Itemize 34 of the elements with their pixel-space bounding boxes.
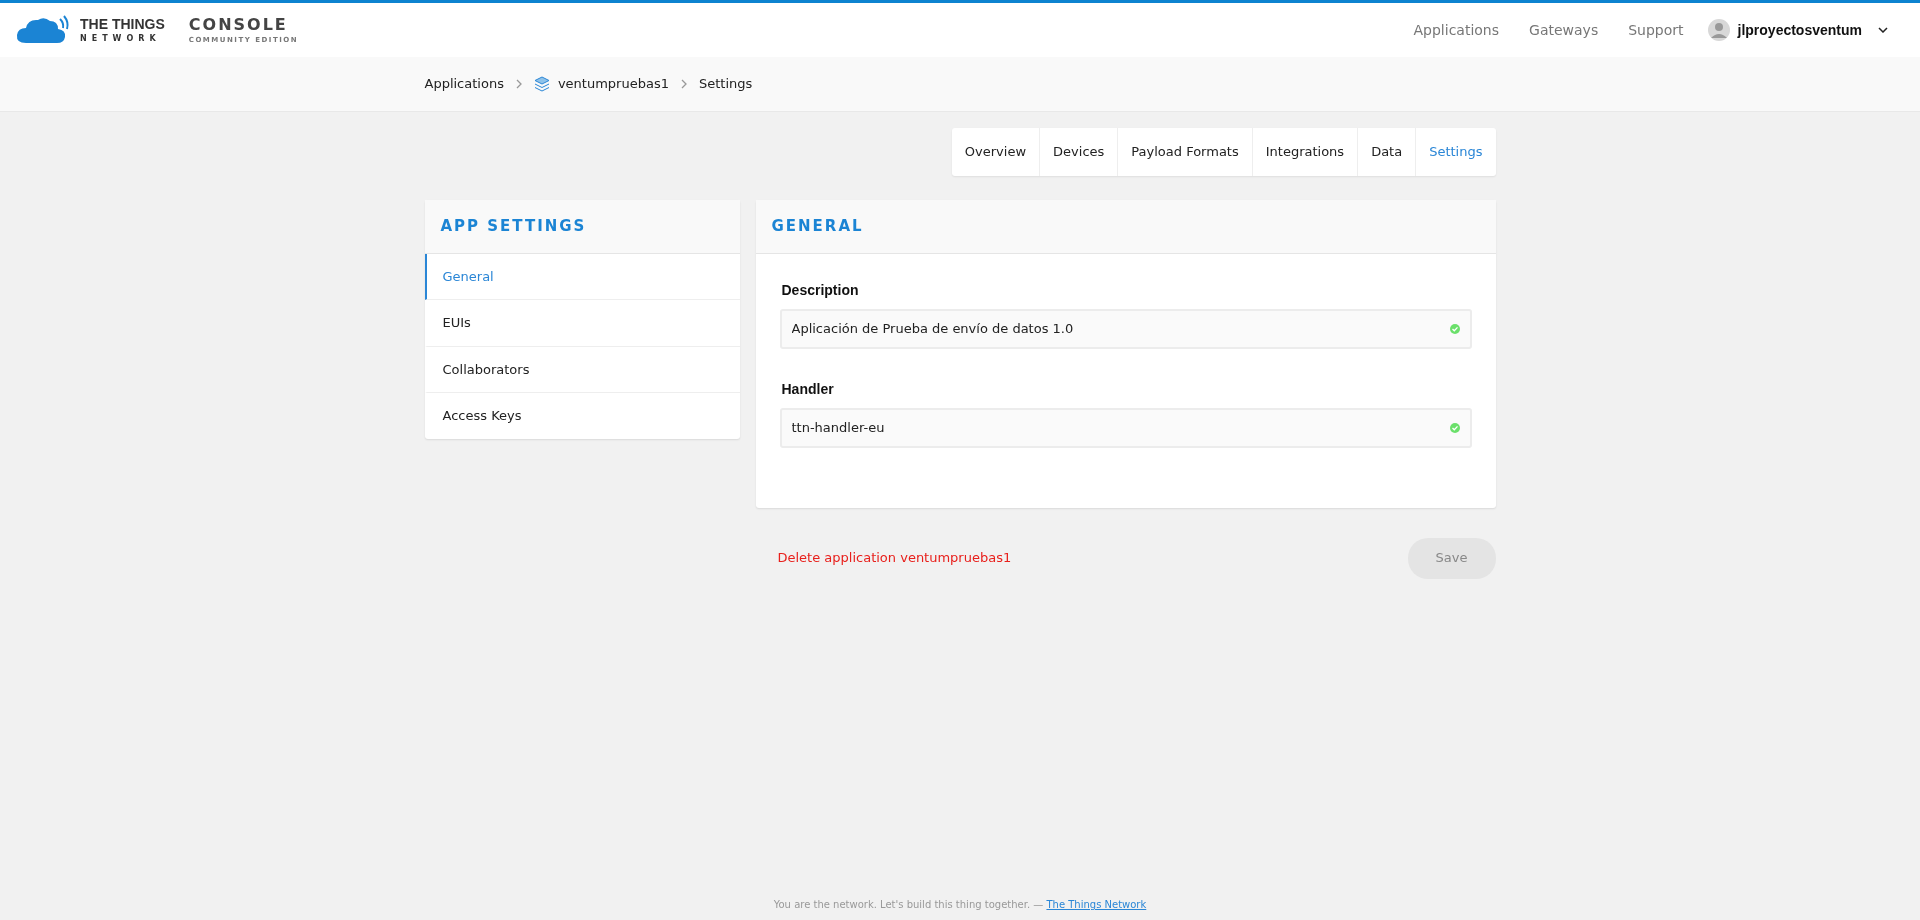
avatar-icon	[1707, 19, 1730, 41]
sidebar-item[interactable]: Collaborators	[424, 346, 740, 393]
product-name: CONSOLE	[188, 16, 289, 33]
sidebar-title: APP SETTINGS	[424, 199, 740, 254]
sidebar-item[interactable]: General	[424, 253, 740, 300]
tab[interactable]: Overview	[951, 128, 1041, 176]
delete-link[interactable]: Delete application ventumpruebas1	[777, 548, 1012, 568]
field-label: Description	[780, 280, 860, 300]
brand-subname: NETWORK	[80, 35, 162, 43]
tab[interactable]: Data	[1358, 128, 1417, 176]
sidebar-item[interactable]: Access Keys	[424, 393, 740, 439]
tab[interactable]: Integrations	[1252, 128, 1359, 176]
brand-name: THE THINGS	[80, 17, 165, 31]
nav-link[interactable]: Support	[1628, 19, 1684, 41]
sidebar-item[interactable]: EUIs	[424, 300, 740, 347]
breadcrumb-link[interactable]: ventumpruebas1	[557, 74, 669, 94]
nav-link[interactable]: Applications	[1413, 19, 1500, 41]
layers-icon	[533, 76, 550, 92]
breadcrumb-link[interactable]: Applications	[424, 74, 504, 94]
footer-text: You are the network. Let's build this thing together. —	[773, 899, 1045, 910]
tab[interactable]: Settings	[1416, 128, 1496, 176]
tab[interactable]: Payload Formats	[1118, 128, 1253, 176]
nav-link[interactable]: Gateways	[1529, 19, 1599, 41]
text-field[interactable]: Aplicación de Prueba de envío de datos 1.0	[779, 308, 1472, 349]
chevron-right-icon	[515, 79, 522, 89]
user-name[interactable]: jlproyectosventum	[1737, 19, 1862, 41]
footer-link[interactable]: The Things Network	[1046, 899, 1147, 910]
text-field[interactable]: ttn-handler-eu	[779, 407, 1472, 448]
chevron-down-icon[interactable]	[1878, 27, 1888, 33]
cloud-logo-icon	[16, 15, 72, 45]
tab[interactable]: Devices	[1040, 128, 1119, 176]
chevron-right-icon	[680, 79, 687, 89]
field-label: Handler	[780, 379, 835, 399]
panel-title: GENERAL	[755, 199, 1496, 254]
